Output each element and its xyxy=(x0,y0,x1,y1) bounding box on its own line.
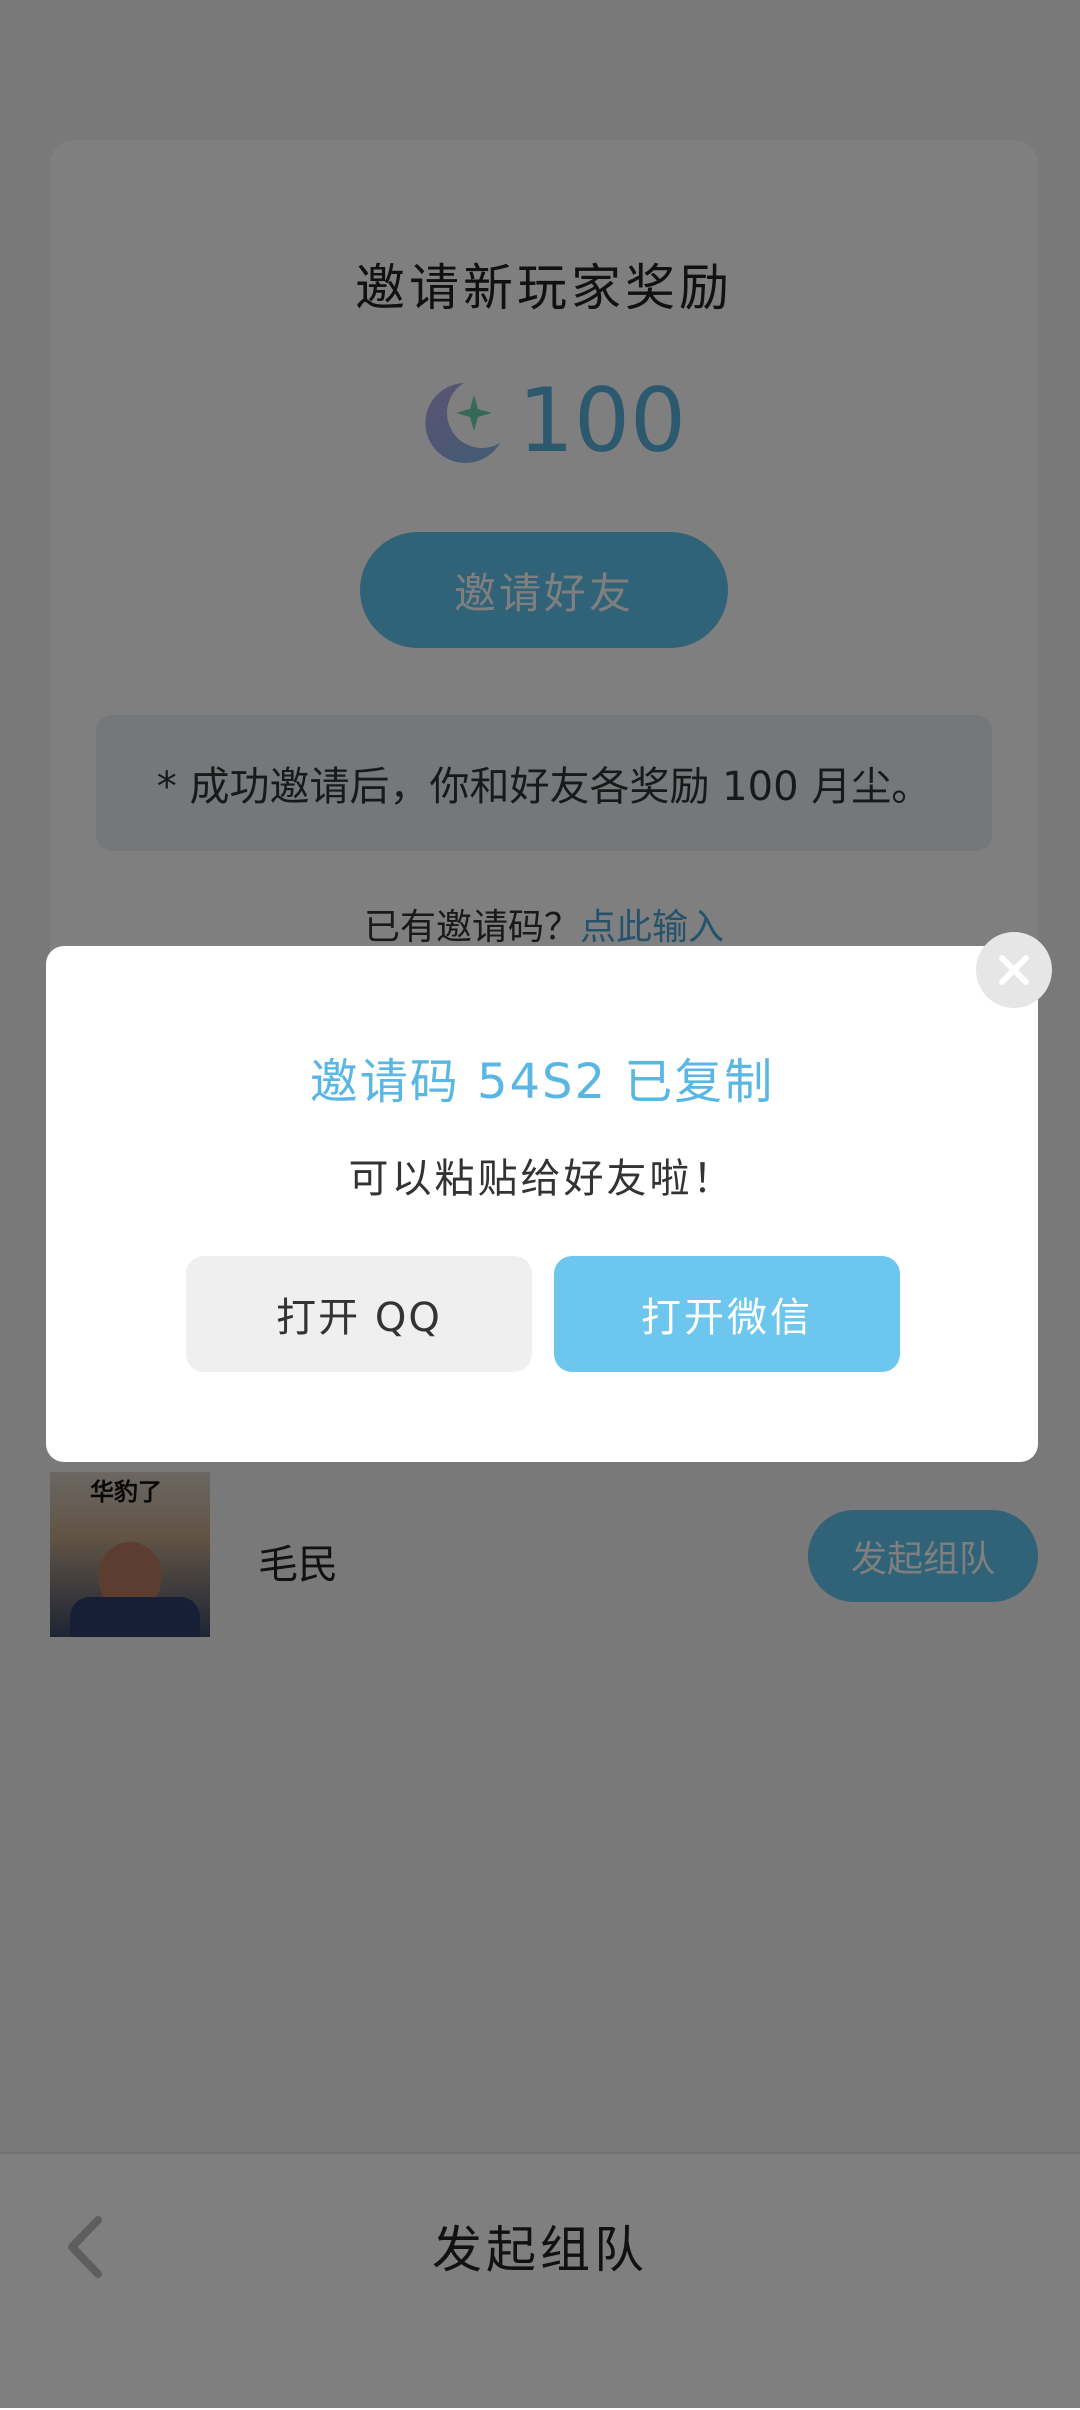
open-wechat-button[interactable]: 打开微信 xyxy=(554,1256,900,1372)
close-icon xyxy=(999,955,1029,985)
dialog-title: 邀请码 54S2 已复制 xyxy=(309,1054,775,1110)
code-copied-dialog: 邀请码 54S2 已复制 可以粘贴给好友啦！ 打开 QQ 打开微信 xyxy=(46,946,1038,1462)
dialog-close-button[interactable] xyxy=(976,932,1052,1008)
open-qq-button[interactable]: 打开 QQ xyxy=(186,1256,532,1372)
dialog-subtitle: 可以粘贴给好友啦！ xyxy=(348,1156,736,1202)
